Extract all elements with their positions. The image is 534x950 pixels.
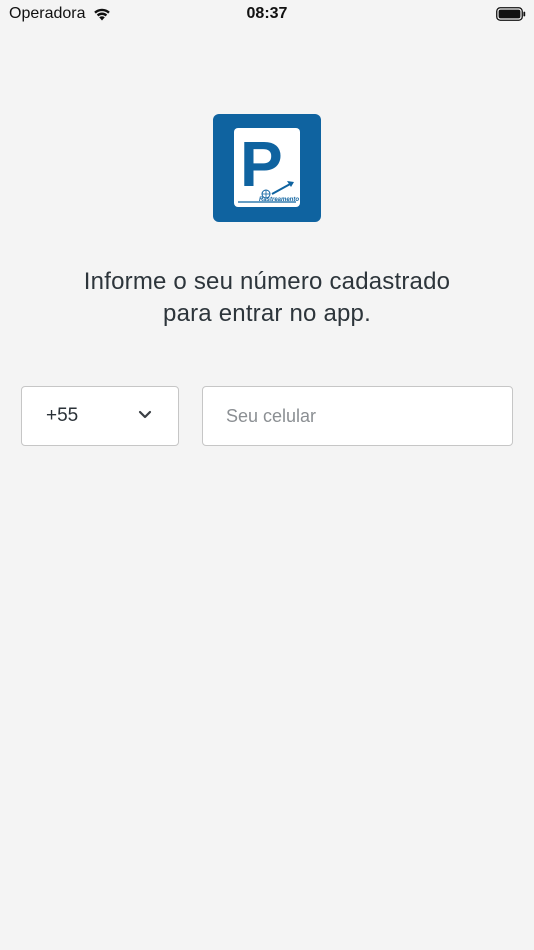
app-logo: P Rastreamento [213, 114, 321, 222]
login-instruction: Informe o seu número cadastrado para ent… [20, 266, 514, 330]
instruction-line-2: para entrar no app. [163, 300, 371, 327]
instruction-line-1: Informe o seu número cadastrado [83, 268, 451, 295]
chevron-down-icon [138, 410, 152, 419]
parking-sign: P Rastreamento [234, 128, 300, 207]
logo-subtext: Rastreamento [259, 197, 299, 203]
parking-logo-icon: P Rastreamento [238, 128, 299, 203]
country-code-select[interactable]: +55 [21, 386, 179, 446]
phone-number-input[interactable] [202, 386, 513, 446]
status-time: 08:37 [246, 5, 288, 22]
battery-icon [496, 7, 526, 21]
country-code-value: +55 [46, 405, 79, 426]
status-bar: Operadora 08:37 [0, 0, 534, 30]
logo-letter: P [240, 128, 283, 200]
